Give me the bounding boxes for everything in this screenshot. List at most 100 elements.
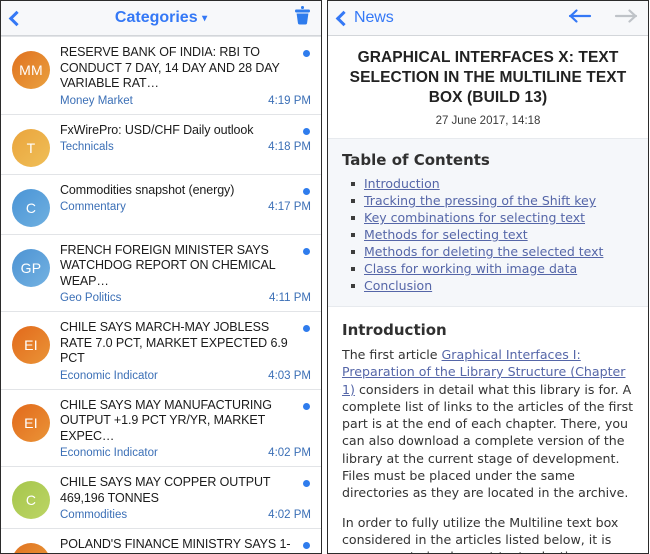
avatar: EI xyxy=(12,326,50,364)
chevron-down-icon: ▾ xyxy=(202,13,208,24)
news-row-body: RESERVE BANK OF INDIA: RBI TO CONDUCT 7 … xyxy=(60,45,311,107)
news-row[interactable]: C Commodities snapshot (energy) Commentary… xyxy=(1,173,321,234)
news-row-body: Commodities snapshot (energy) Commentary 4… xyxy=(60,183,311,214)
toc-link[interactable]: Tracking the pressing of the Shift key xyxy=(364,193,596,208)
chevron-left-icon xyxy=(335,10,352,26)
news-row-body: CHILE SAYS MARCH-MAY JOBLESS RATE 7.0 PC… xyxy=(60,320,311,382)
news-time: 4:02 PM xyxy=(268,447,311,459)
news-headline: POLAND'S FINANCE MINISTRY SAYS 1-2 SWITC… xyxy=(60,537,291,553)
news-headline: CHILE SAYS MAY MANUFACTURING OUTPUT +1.9… xyxy=(60,397,272,443)
news-row-meta: Geo Politics 4:11 PM xyxy=(60,292,311,304)
avatar-initials: EI xyxy=(24,414,38,431)
back-button[interactable] xyxy=(8,10,25,26)
news-headline: FRENCH FOREIGN MINISTER SAYS WATCHDOG RE… xyxy=(60,242,276,288)
unread-dot xyxy=(303,247,310,255)
table-of-contents: Table of Contents Introduction Tracking t… xyxy=(328,138,648,307)
news-category: Geo Politics xyxy=(60,292,122,304)
unread-dot xyxy=(303,127,310,135)
right-navbar: News xyxy=(328,1,648,36)
avatar-initials: C xyxy=(25,492,37,508)
news-time: 4:19 PM xyxy=(268,94,311,107)
avatar: C xyxy=(12,481,50,519)
toc-list: Introduction Tracking the pressing of the… xyxy=(328,175,648,294)
paragraph-2: In order to fully utilize the Multiline … xyxy=(342,514,619,553)
article-body: Introduction The first article Graphical… xyxy=(328,307,648,553)
arrow-right-icon[interactable] xyxy=(614,8,638,29)
news-row-body: FRENCH FOREIGN MINISTER SAYS WATCHDOG RE… xyxy=(60,243,311,305)
avatar: C xyxy=(12,188,50,227)
unread-dot xyxy=(303,325,310,332)
toc-link[interactable]: Introduction xyxy=(364,176,440,191)
news-row[interactable]: T FxWirePro: USD/CHF Daily outlook Technic… xyxy=(1,113,321,174)
news-time: 4:18 PM xyxy=(268,141,311,153)
news-row-body: FxWirePro: USD/CHF Daily outlook Technica… xyxy=(60,123,311,154)
news-list[interactable]: MM RESERVE BANK OF INDIA: RBI TO CONDUCT … xyxy=(1,36,321,553)
article-content: GRAPHICAL INTERFACES X: TEXT SELECTION I… xyxy=(328,36,648,553)
para1-before: The first article xyxy=(342,347,442,362)
categories-label: Categories xyxy=(114,9,198,26)
news-category: Economic Indicator xyxy=(60,447,158,459)
news-headline: CHILE SAYS MAY COPPER OUTPUT 469,196 TON… xyxy=(60,475,271,505)
news-headline: CHILE SAYS MARCH-MAY JOBLESS RATE 7.0 PC… xyxy=(60,320,288,365)
arrow-left-icon[interactable] xyxy=(568,8,592,29)
avatar-initials: C xyxy=(25,199,37,216)
toc-item: Key combinations for selecting text xyxy=(351,209,648,226)
unread-dot xyxy=(303,50,310,57)
news-headline: RESERVE BANK OF INDIA: RBI TO CONDUCT 7 … xyxy=(60,45,280,90)
toc-link[interactable]: Key combinations for selecting text xyxy=(364,210,585,225)
avatar: MM xyxy=(12,543,50,553)
toc-link[interactable]: Methods for selecting text xyxy=(364,227,528,242)
news-row-body: CHILE SAYS MAY COPPER OUTPUT 469,196 TON… xyxy=(60,475,311,521)
unread-dot xyxy=(303,402,310,410)
news-row-meta: Economic Indicator 4:03 PM xyxy=(60,370,311,382)
news-time: 4:17 PM xyxy=(268,201,311,213)
unread-dot xyxy=(303,542,310,549)
news-row[interactable]: EI CHILE SAYS MAY MANUFACTURING OUTPUT +1… xyxy=(1,388,321,467)
toc-item: Methods for selecting text xyxy=(351,226,648,243)
news-category: Money Market xyxy=(60,94,133,107)
news-time: 4:11 PM xyxy=(269,292,311,304)
news-row[interactable]: C CHILE SAYS MAY COPPER OUTPUT 469,196 TO… xyxy=(1,466,321,528)
unread-dot xyxy=(303,480,310,487)
article-title: GRAPHICAL INTERFACES X: TEXT SELECTION I… xyxy=(349,49,627,106)
news-category: Commentary xyxy=(60,201,126,213)
news-time: 4:03 PM xyxy=(268,369,311,382)
news-category: Commodities xyxy=(60,509,128,521)
article-panel: News GRAPHICAL INTERFACES X: TEXT SELECT… xyxy=(327,0,649,554)
news-row-body: CHILE SAYS MAY MANUFACTURING OUTPUT +1.9… xyxy=(60,398,311,460)
news-row-meta: Technicals 4:18 PM xyxy=(60,141,311,153)
trash-icon[interactable] xyxy=(294,6,311,30)
toc-link[interactable]: Methods for deleting the selected text xyxy=(364,244,603,259)
left-navbar-actions xyxy=(294,6,311,30)
news-list-panel: Categories ▾ MM RESERVE BANK OF INDIA: RB… xyxy=(0,0,322,554)
toc-link[interactable]: Conclusion xyxy=(364,278,432,293)
avatar: EI xyxy=(12,403,50,442)
avatar-initials: EI xyxy=(24,337,38,353)
news-row[interactable]: GP FRENCH FOREIGN MINISTER SAYS WATCHDOG … xyxy=(1,233,321,312)
news-category: Economic Indicator xyxy=(60,369,158,382)
back-label: News xyxy=(354,9,394,26)
avatar-initials: MM xyxy=(19,62,43,78)
app-root: Categories ▾ MM RESERVE BANK OF INDIA: RB… xyxy=(0,0,650,554)
news-row-meta: Economic Indicator 4:02 PM xyxy=(60,447,311,459)
news-headline: FxWirePro: USD/CHF Daily outlook xyxy=(60,122,254,137)
back-to-news-button[interactable]: News xyxy=(335,9,394,26)
toc-link[interactable]: Class for working with image data xyxy=(364,261,577,276)
news-row-meta: Commodities 4:02 PM xyxy=(60,509,311,521)
toc-item: Class for working with image data xyxy=(351,260,648,277)
section-heading: Introduction xyxy=(342,321,447,339)
toc-heading: Table of Contents xyxy=(342,151,490,169)
avatar: MM xyxy=(12,51,50,89)
chevron-left-icon xyxy=(8,10,25,26)
article-nav-actions xyxy=(568,8,638,29)
news-row-meta: Money Market 4:19 PM xyxy=(60,95,311,107)
news-row[interactable]: MM POLAND'S FINANCE MINISTRY SAYS 1-2 SWI… xyxy=(1,528,321,553)
avatar: GP xyxy=(12,248,50,287)
unread-dot xyxy=(303,187,310,195)
news-row[interactable]: MM RESERVE BANK OF INDIA: RBI TO CONDUCT … xyxy=(1,36,321,114)
news-row[interactable]: EI CHILE SAYS MARCH-MAY JOBLESS RATE 7.0 … xyxy=(1,311,321,389)
news-category: Technicals xyxy=(60,141,114,153)
news-headline: Commodities snapshot (energy) xyxy=(60,182,235,197)
toc-item: Introduction xyxy=(351,175,648,192)
categories-dropdown-button[interactable]: Categories ▾ xyxy=(107,5,215,31)
